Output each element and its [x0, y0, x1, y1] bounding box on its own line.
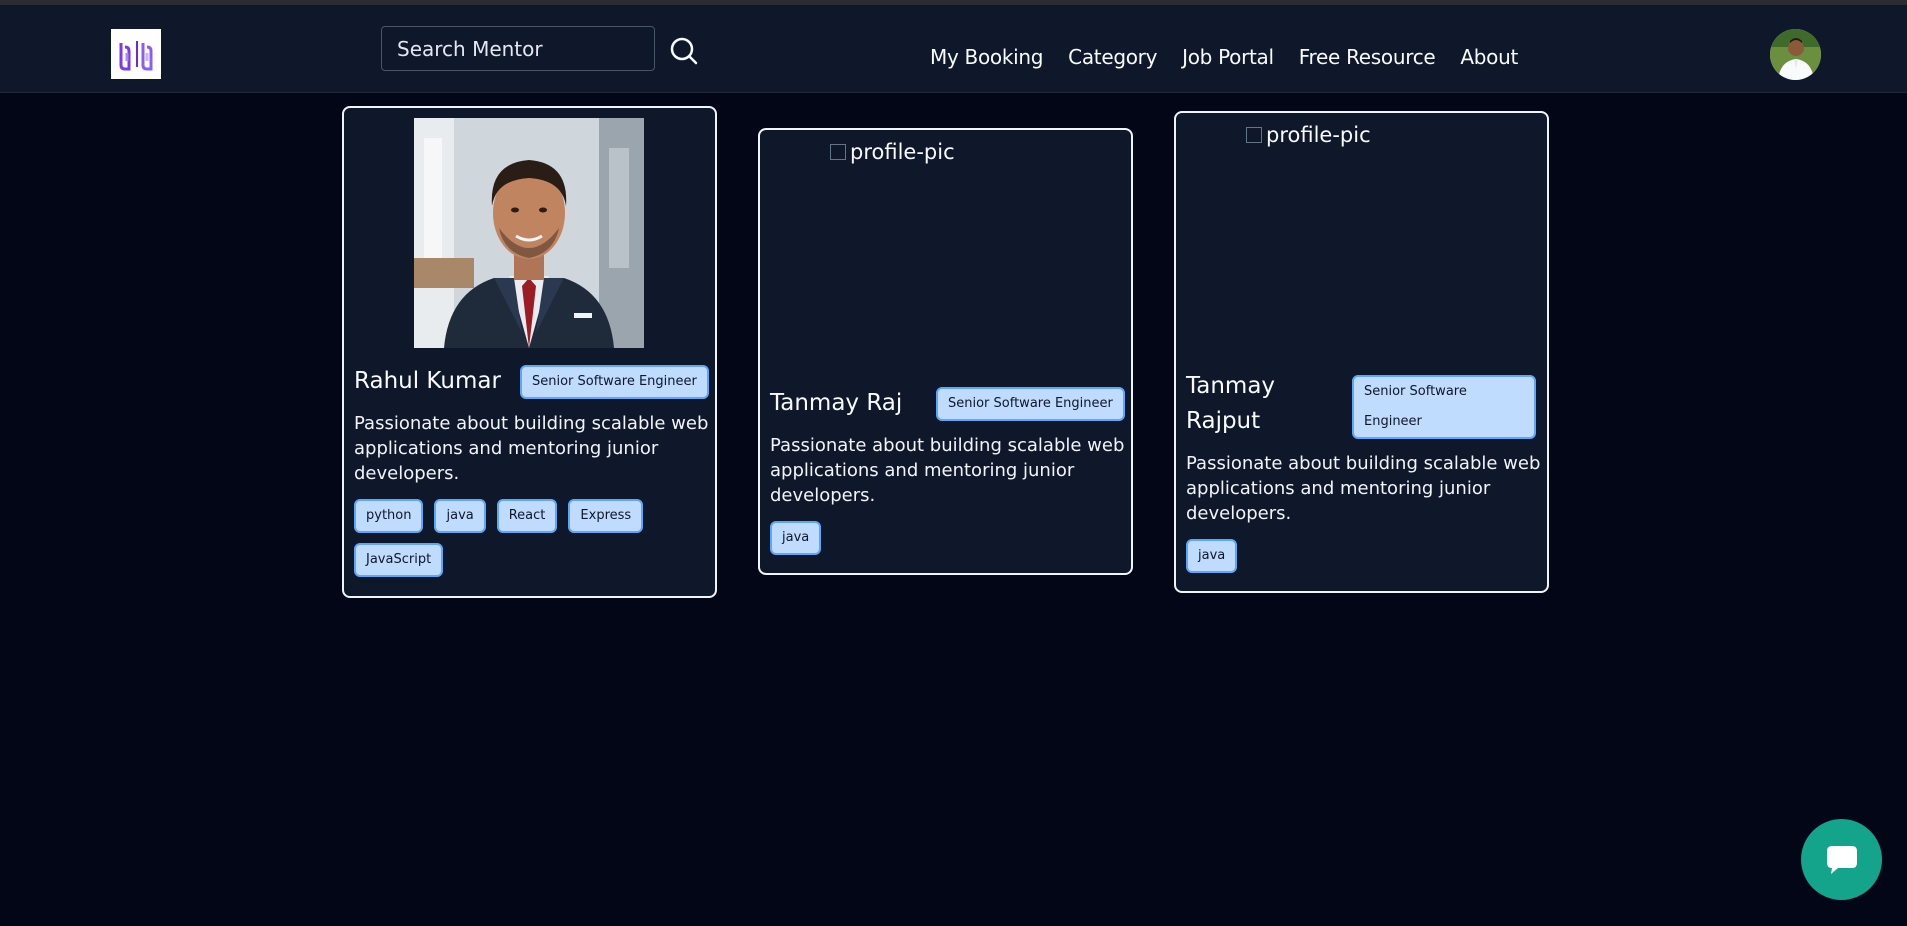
mentor-skills: python java React Express JavaScript — [354, 499, 709, 577]
profile-pic-alt-text: profile-pic — [1266, 123, 1371, 147]
mentor-description: Passionate about building scalable web a… — [354, 413, 709, 484]
mentor-skills: java — [1186, 539, 1541, 573]
skill-tag[interactable]: React — [496, 499, 558, 533]
nav-link-free-resource[interactable]: Free Resource — [1299, 42, 1436, 72]
search-icon — [670, 37, 698, 65]
chat-bubble-icon — [1826, 845, 1857, 874]
mentor-role-badge: Senior Software Engineer — [520, 365, 709, 399]
broken-image-icon — [1246, 127, 1262, 143]
skill-tag[interactable]: JavaScript — [354, 543, 444, 577]
mentor-card[interactable]: Rahul Kumar Senior Software Engineer Pas… — [342, 106, 717, 598]
mentor-description: Passionate about building scalable web a… — [770, 435, 1125, 506]
mentor-profile-photo — [414, 118, 644, 348]
nav-link-job-portal[interactable]: Job Portal — [1182, 42, 1274, 72]
skill-tag[interactable]: java — [434, 499, 486, 533]
main-nav: My Booking Category Job Portal Free Reso… — [930, 42, 1518, 72]
profile-pic-alt-text: profile-pic — [850, 140, 955, 164]
chat-button[interactable] — [1801, 819, 1882, 900]
mentor-description: Passionate about building scalable web a… — [1186, 453, 1541, 524]
mentor-card[interactable]: profile-pic Tanmay Rajput Senior Softwar… — [1174, 111, 1549, 593]
logo-mark-icon — [119, 41, 153, 71]
nav-link-my-booking[interactable]: My Booking — [930, 42, 1043, 72]
app-logo[interactable] — [111, 29, 161, 79]
mentor-role-badge: Senior Software Engineer — [936, 387, 1125, 421]
search-input[interactable] — [381, 26, 655, 71]
mentor-profile-photo: profile-pic — [1246, 123, 1476, 353]
mentor-name: Tanmay Raj — [770, 390, 903, 416]
mentor-role-badge: Senior Software Engineer — [1352, 375, 1536, 439]
profile-photo-icon — [414, 118, 644, 348]
avatar-photo-icon — [1770, 29, 1821, 80]
search-button[interactable] — [668, 35, 700, 67]
mentor-name: Rahul Kumar — [354, 368, 501, 394]
skill-tag[interactable]: java — [1186, 539, 1238, 573]
skill-tag[interactable]: python — [354, 499, 424, 533]
broken-image-icon — [830, 144, 846, 160]
mentor-card[interactable]: profile-pic Tanmay Raj Senior Software E… — [758, 128, 1133, 575]
navbar: My Booking Category Job Portal Free Reso… — [0, 5, 1907, 93]
nav-link-category[interactable]: Category — [1068, 42, 1157, 72]
skill-tag[interactable]: Express — [568, 499, 644, 533]
skill-tag[interactable]: java — [770, 521, 822, 555]
mentor-profile-photo: profile-pic — [830, 140, 1060, 370]
mentor-name: Tanmay Rajput — [1186, 373, 1276, 434]
mentor-skills: java — [770, 521, 1125, 555]
user-avatar[interactable] — [1770, 29, 1821, 80]
nav-link-about[interactable]: About — [1460, 42, 1518, 72]
